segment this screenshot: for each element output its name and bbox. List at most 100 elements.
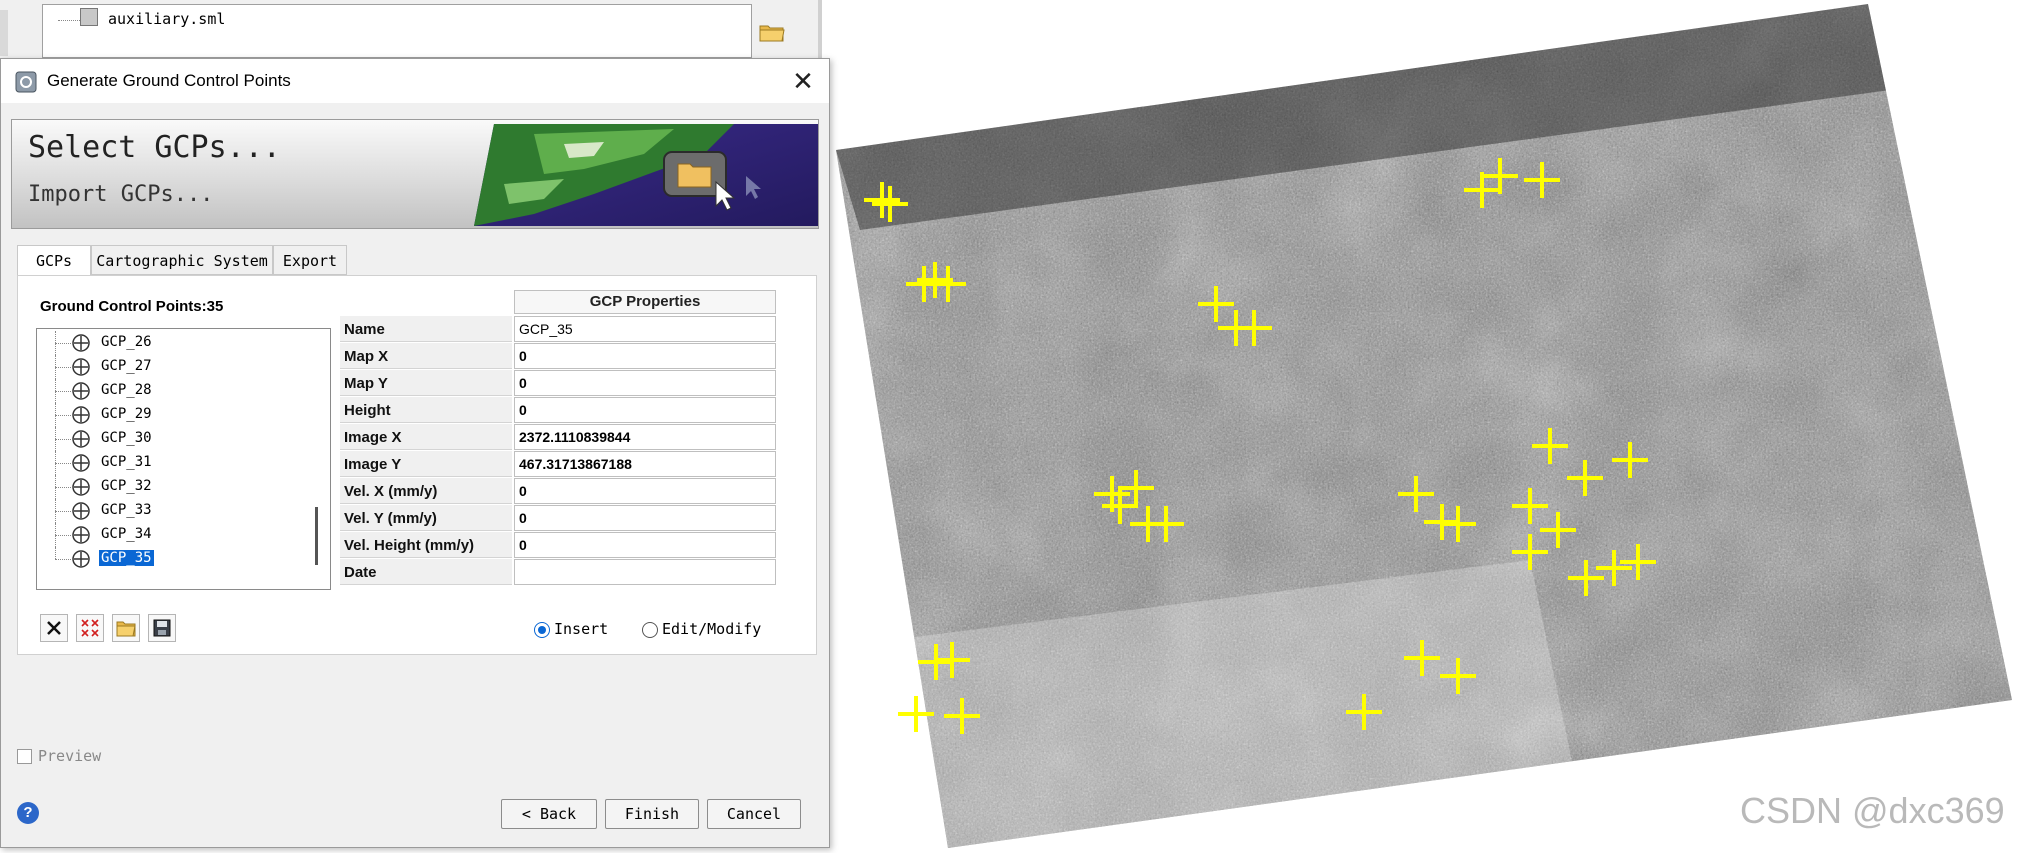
property-key: Vel. Y (mm/y) bbox=[340, 505, 512, 531]
preview-checkbox[interactable]: Preview bbox=[17, 747, 101, 765]
gcp-count-label: Ground Control Points:35 bbox=[40, 298, 224, 315]
tab-gcps[interactable]: GCPs bbox=[17, 245, 91, 277]
insert-radio[interactable]: Insert bbox=[534, 620, 608, 638]
property-value-date[interactable] bbox=[514, 559, 776, 585]
gcp-icon bbox=[72, 334, 90, 352]
app-icon bbox=[15, 71, 37, 93]
gcp-icon bbox=[72, 430, 90, 448]
tree-item[interactable]: GCP_28 bbox=[37, 379, 307, 403]
gcp-tree[interactable]: GCP_26 GCP_27 GCP_28 GCP_29 GCP_30 GCP_3… bbox=[36, 328, 331, 590]
property-key: Image Y bbox=[340, 451, 512, 477]
property-key: Map X bbox=[340, 343, 512, 369]
gcp-label: GCP_35 bbox=[99, 550, 154, 566]
tab-cartographic-system[interactable]: Cartographic System bbox=[91, 245, 273, 275]
close-button[interactable]: ✕ bbox=[777, 59, 829, 103]
gcp-icon bbox=[72, 478, 90, 496]
sar-image[interactable] bbox=[830, 0, 2019, 848]
edit-modify-radio[interactable]: Edit/Modify bbox=[642, 620, 761, 638]
generate-gcp-dialog: Generate Ground Control Points ✕ Select … bbox=[0, 58, 830, 848]
tree-item-selected[interactable]: GCP_35 bbox=[37, 547, 307, 571]
property-key: Map Y bbox=[340, 370, 512, 396]
property-value-map-x[interactable]: 0 bbox=[514, 343, 776, 369]
tree-connector bbox=[55, 367, 71, 368]
file-label[interactable]: auxiliary.sml bbox=[108, 10, 225, 28]
property-value-name[interactable]: GCP_35 bbox=[514, 316, 776, 342]
preview-label: Preview bbox=[38, 747, 102, 765]
gcps-panel: Ground Control Points:35 GCP_26 GCP_27 G… bbox=[17, 275, 817, 655]
property-value-image-x[interactable]: 2372.1110839844 bbox=[514, 424, 776, 450]
delete-gcp-button[interactable] bbox=[40, 614, 68, 642]
tree-connector bbox=[55, 439, 71, 440]
tab-cartographic-label: Cartographic System bbox=[96, 252, 268, 270]
gcp-icon bbox=[72, 406, 90, 424]
property-row: Image X 2372.1110839844 bbox=[340, 424, 776, 451]
radio-dot bbox=[642, 621, 658, 638]
background-scroll-stub bbox=[0, 10, 8, 56]
open-folder-icon bbox=[116, 621, 136, 637]
tree-item[interactable]: GCP_31 bbox=[37, 451, 307, 475]
wizard-banner: Select GCPs... Import GCPs... bbox=[11, 119, 819, 229]
finish-button[interactable]: Finish bbox=[605, 799, 699, 829]
property-key: Image X bbox=[340, 424, 512, 450]
tab-export[interactable]: Export bbox=[273, 245, 347, 275]
image-view[interactable] bbox=[830, 0, 2019, 848]
gcp-icon bbox=[72, 358, 90, 376]
tab-gcps-label: GCPs bbox=[35, 252, 73, 270]
gcp-label: GCP_30 bbox=[101, 430, 152, 446]
background-window: auxiliary.sml bbox=[0, 0, 822, 60]
property-key: Vel. X (mm/y) bbox=[340, 478, 512, 504]
property-key: Height bbox=[340, 397, 512, 423]
property-value-height[interactable]: 0 bbox=[514, 397, 776, 423]
gcp-icon bbox=[72, 526, 90, 544]
property-row: Name GCP_35 bbox=[340, 316, 776, 343]
banner-subtitle: Import GCPs... bbox=[28, 182, 214, 207]
property-value-image-y[interactable]: 467.31713867188 bbox=[514, 451, 776, 477]
tree-scrollbar[interactable] bbox=[315, 507, 318, 565]
tree-item[interactable]: GCP_34 bbox=[37, 523, 307, 547]
tree-connector bbox=[55, 535, 71, 536]
tree-connector bbox=[55, 463, 71, 464]
save-icon bbox=[153, 619, 171, 637]
tree-item[interactable]: GCP_30 bbox=[37, 427, 307, 451]
insert-label: Insert bbox=[554, 620, 609, 638]
gcp-label: GCP_32 bbox=[101, 478, 152, 494]
file-icon bbox=[80, 8, 98, 26]
properties-header: GCP Properties bbox=[514, 290, 776, 314]
cancel-button[interactable]: Cancel bbox=[707, 799, 801, 829]
property-key: Name bbox=[340, 316, 512, 342]
close-icon: ✕ bbox=[792, 65, 814, 96]
property-value-vel-y[interactable]: 0 bbox=[514, 505, 776, 531]
property-row: Vel. X (mm/y) 0 bbox=[340, 478, 776, 505]
save-gcps-button[interactable] bbox=[148, 614, 176, 642]
property-value-vel-x[interactable]: 0 bbox=[514, 478, 776, 504]
tree-item[interactable]: GCP_32 bbox=[37, 475, 307, 499]
radio-dot bbox=[534, 621, 550, 638]
tree-connector bbox=[55, 391, 71, 392]
tree-item[interactable]: GCP_29 bbox=[37, 403, 307, 427]
back-button[interactable]: < Back bbox=[501, 799, 597, 829]
tree-item[interactable]: GCP_26 bbox=[37, 331, 307, 355]
tree-connector bbox=[55, 547, 57, 559]
gcp-label: GCP_29 bbox=[101, 406, 152, 422]
edit-modify-label: Edit/Modify bbox=[662, 620, 762, 638]
tree-item[interactable]: GCP_27 bbox=[37, 355, 307, 379]
property-row: Image Y 467.31713867188 bbox=[340, 451, 776, 478]
tree-connector bbox=[55, 415, 71, 416]
property-key: Vel. Height (mm/y) bbox=[340, 532, 512, 558]
property-row: Vel. Height (mm/y) 0 bbox=[340, 532, 776, 559]
gcp-label: GCP_34 bbox=[101, 526, 152, 542]
property-value-vel-height[interactable]: 0 bbox=[514, 532, 776, 558]
gcp-icon bbox=[72, 454, 90, 472]
window-edge bbox=[818, 0, 822, 60]
tree-connector bbox=[55, 343, 71, 344]
delete-all-gcps-button[interactable] bbox=[76, 614, 104, 642]
gcp-label: GCP_28 bbox=[101, 382, 152, 398]
tree-connector bbox=[55, 487, 71, 488]
dialog-title: Generate Ground Control Points bbox=[47, 71, 291, 90]
tree-item[interactable]: GCP_33 bbox=[37, 499, 307, 523]
help-icon[interactable]: ? bbox=[17, 802, 39, 824]
open-folder-icon[interactable] bbox=[759, 22, 785, 42]
property-row: Map X 0 bbox=[340, 343, 776, 370]
property-value-map-y[interactable]: 0 bbox=[514, 370, 776, 396]
open-gcps-button[interactable] bbox=[112, 614, 140, 642]
